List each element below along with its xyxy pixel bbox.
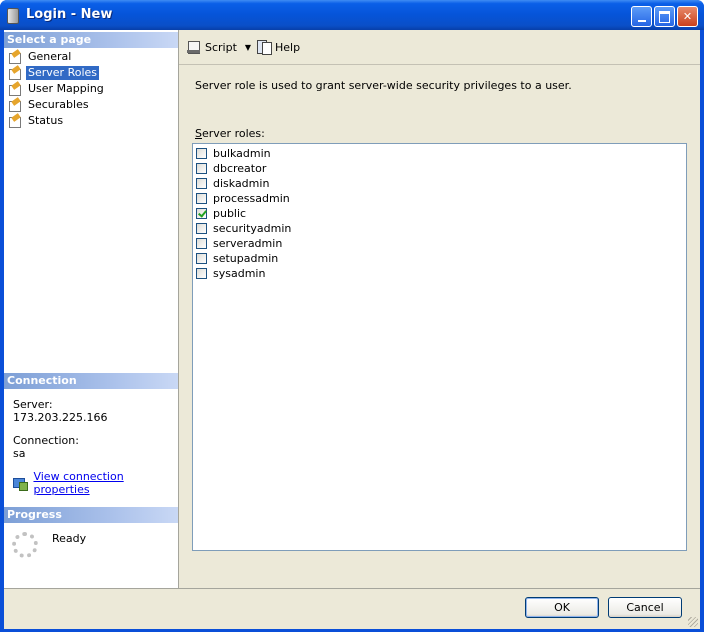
role-row[interactable]: bulkadmin — [196, 146, 271, 161]
page-item-label: Status — [28, 114, 64, 127]
select-page-header: Select a page — [4, 32, 178, 48]
role-row[interactable]: dbcreator — [196, 161, 266, 176]
resize-grip-icon[interactable] — [688, 617, 698, 627]
role-row[interactable]: serveradmin — [196, 236, 282, 251]
role-checkbox[interactable] — [196, 163, 207, 174]
page-wrench-icon — [8, 81, 21, 96]
server-roles-label-text: erver roles: — [201, 127, 265, 140]
server-roles-list[interactable]: bulkadmin dbcreator diskadmin processadmin p… — [192, 143, 687, 551]
script-button[interactable]: Script ▼ — [187, 39, 251, 55]
page-item[interactable]: General — [8, 49, 73, 64]
page-item[interactable]: Status — [8, 113, 65, 128]
close-icon: ✕ — [682, 10, 693, 23]
page-item-label: Securables — [28, 98, 89, 111]
role-label: serveradmin — [213, 237, 283, 250]
view-connection-properties-link[interactable]: View connection properties — [33, 470, 178, 496]
ok-button[interactable]: OK — [525, 597, 599, 618]
page-wrench-icon — [8, 49, 21, 64]
role-row[interactable]: processadmin — [196, 191, 290, 206]
maximize-button[interactable] — [654, 6, 675, 27]
cancel-button[interactable]: Cancel — [608, 597, 682, 618]
role-label: processadmin — [213, 192, 290, 205]
page-item[interactable]: Securables — [8, 97, 91, 112]
server-roles-page: Server role is used to grant server-wide… — [179, 65, 700, 588]
page-item-label: Server Roles — [26, 66, 100, 80]
view-connection-properties[interactable]: View connection properties — [13, 470, 178, 496]
role-row[interactable]: public — [196, 206, 246, 221]
role-label: diskadmin — [213, 177, 270, 190]
server-value: 173.203.225.166 — [13, 411, 108, 424]
left-panel: Select a page General Server Roles User Ma… — [4, 30, 179, 588]
minimize-button[interactable] — [631, 6, 652, 27]
page-item-label: General — [28, 50, 72, 63]
database-icon — [7, 8, 19, 24]
role-label: dbcreator — [213, 162, 267, 175]
help-label: Help — [275, 40, 301, 54]
minimize-icon — [637, 19, 646, 22]
role-label: bulkadmin — [213, 147, 271, 160]
dropdown-arrow-icon[interactable]: ▼ — [245, 43, 251, 52]
toolbar: Script ▼ Help — [179, 30, 700, 65]
right-panel: Script ▼ Help Server role is used to gra… — [179, 30, 700, 588]
script-label: Script — [205, 40, 237, 54]
connection-properties-icon — [13, 477, 28, 491]
role-checkbox[interactable] — [196, 208, 207, 219]
role-checkbox[interactable] — [196, 268, 207, 279]
title-bar[interactable]: Login - New ✕ — [0, 0, 704, 30]
button-bar: OK Cancel — [4, 588, 700, 629]
dialog-window: Login - New ✕ Select a page General Serve… — [0, 0, 704, 632]
connection-header: Connection — [4, 373, 178, 389]
page-wrench-icon — [8, 65, 21, 80]
page-wrench-icon — [8, 97, 21, 112]
progress-status: Ready — [52, 532, 87, 545]
role-row[interactable]: sysadmin — [196, 266, 265, 281]
connection-label: Connection: — [13, 434, 79, 447]
role-checkbox[interactable] — [196, 223, 207, 234]
page-item-label: User Mapping — [28, 82, 104, 95]
server-roles-label: Server roles: — [195, 127, 265, 140]
role-row[interactable]: setupadmin — [196, 251, 278, 266]
progress-spinner-icon — [12, 532, 38, 558]
progress-header: Progress — [4, 507, 178, 523]
role-checkbox[interactable] — [196, 178, 207, 189]
help-icon — [257, 40, 272, 55]
maximize-icon — [659, 10, 670, 23]
page-item[interactable]: User Mapping — [8, 81, 106, 96]
role-checkbox[interactable] — [196, 253, 207, 264]
role-label: sysadmin — [213, 267, 266, 280]
server-roles-label-mnemonic: S — [195, 127, 202, 140]
page-wrench-icon — [8, 113, 21, 128]
role-label: setupadmin — [213, 252, 279, 265]
page-description: Server role is used to grant server-wide… — [195, 79, 572, 92]
role-row[interactable]: securityadmin — [196, 221, 291, 236]
role-checkbox[interactable] — [196, 148, 207, 159]
dialog-client: Select a page General Server Roles User Ma… — [4, 30, 700, 629]
server-label: Server: — [13, 398, 53, 411]
role-checkbox[interactable] — [196, 238, 207, 249]
connection-value: sa — [13, 447, 26, 460]
role-label: securityadmin — [213, 222, 292, 235]
page-item[interactable]: Server Roles — [8, 65, 100, 80]
role-checkbox[interactable] — [196, 193, 207, 204]
script-icon — [187, 40, 201, 54]
role-label: public — [213, 207, 247, 220]
close-button[interactable]: ✕ — [677, 6, 698, 27]
help-button[interactable]: Help — [257, 39, 300, 55]
window-title: Login - New — [26, 7, 113, 22]
role-row[interactable]: diskadmin — [196, 176, 269, 191]
